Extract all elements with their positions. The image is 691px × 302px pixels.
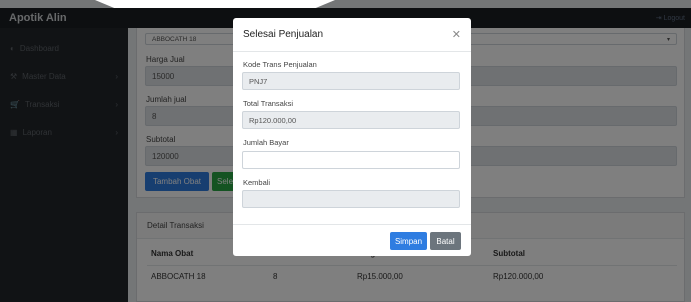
browser-tab-edge	[95, 0, 335, 8]
jumlah-bayar-input[interactable]	[242, 151, 460, 169]
modal-header: Selesai Penjualan ✕	[233, 18, 471, 52]
jumlah-bayar-label: Jumlah Bayar	[243, 138, 289, 147]
kode-trans-value: PNJ7	[249, 76, 268, 86]
selesai-penjualan-modal: Selesai Penjualan ✕ Kode Trans Penjualan…	[233, 18, 471, 256]
close-icon[interactable]: ✕	[452, 28, 461, 41]
total-transaksi-label: Total Transaksi	[243, 99, 294, 108]
kode-trans-label: Kode Trans Penjualan	[243, 60, 317, 69]
kembali-field	[242, 190, 460, 208]
batal-button[interactable]: Batal	[430, 232, 461, 250]
kode-trans-field: PNJ7	[242, 72, 460, 90]
simpan-button[interactable]: Simpan	[390, 232, 427, 250]
total-transaksi-field: Rp120.000,00	[242, 111, 460, 129]
modal-footer: Simpan Batal	[233, 224, 471, 256]
kembali-label: Kembali	[243, 178, 271, 187]
modal-title: Selesai Penjualan	[243, 29, 324, 40]
total-transaksi-value: Rp120.000,00	[249, 115, 297, 125]
